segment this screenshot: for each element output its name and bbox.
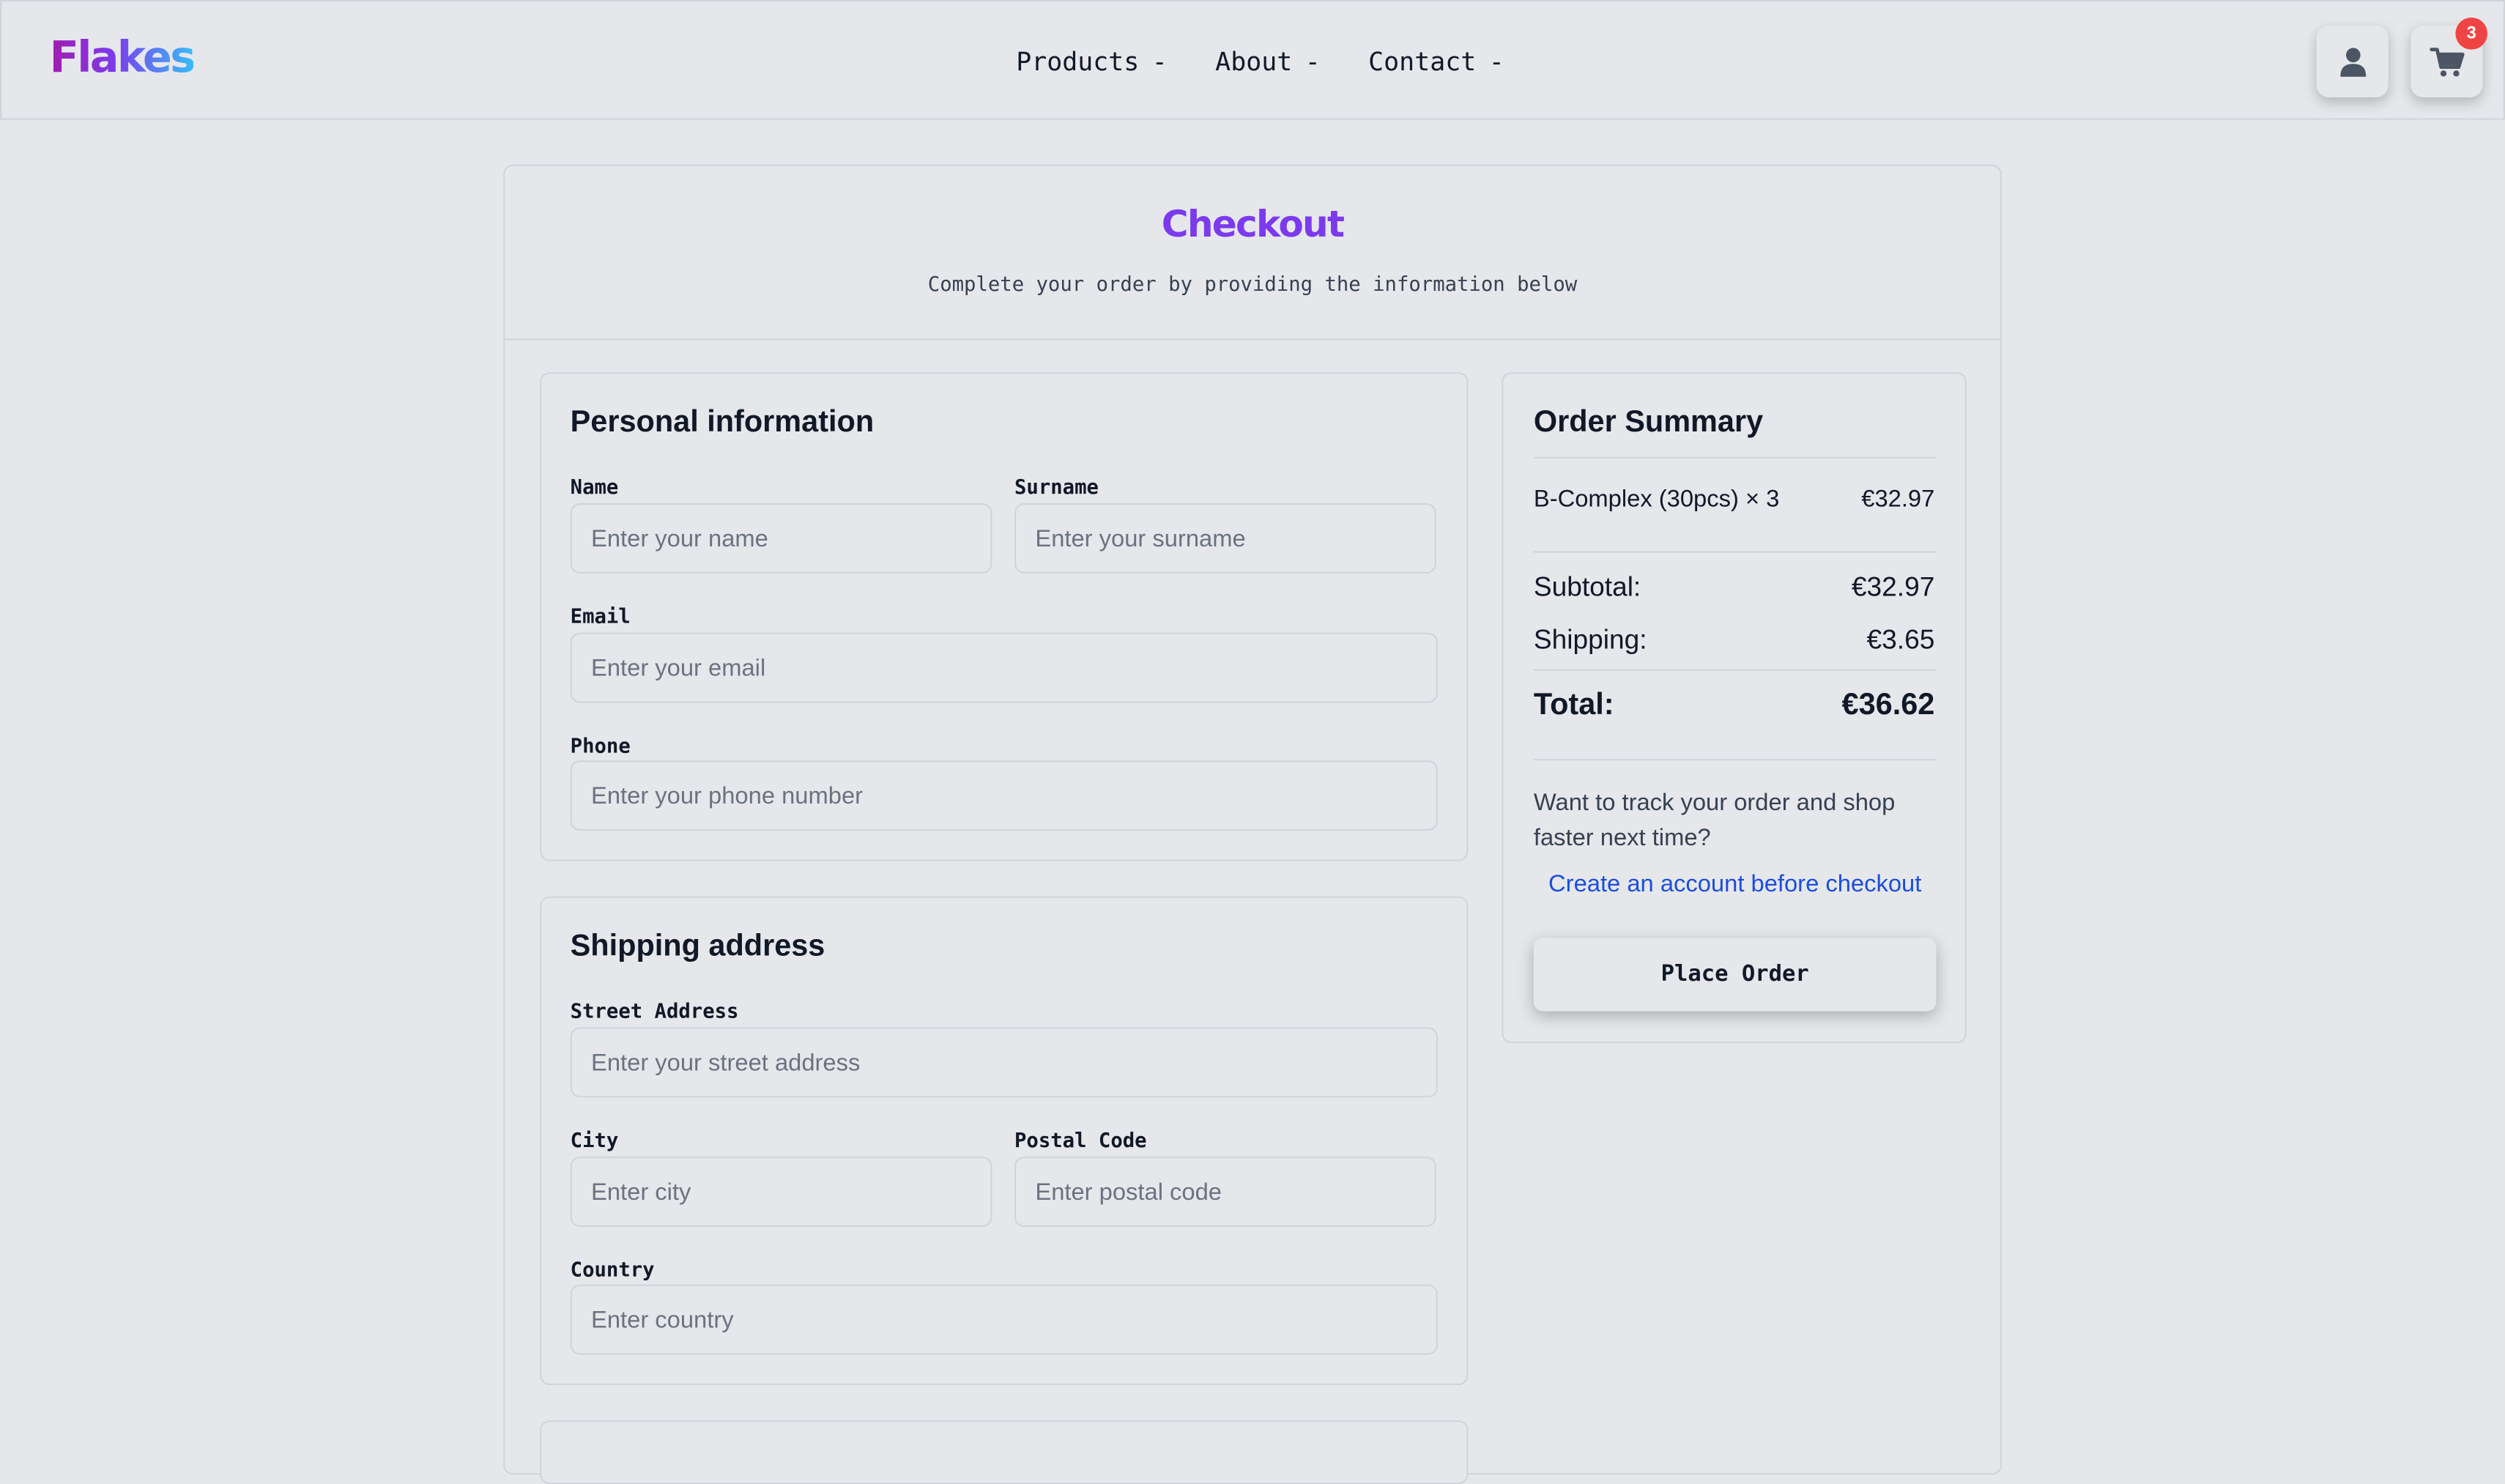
main-nav: Products - About - Contact - [1016,46,1552,76]
section-title: Personal information [570,406,875,439]
shipping-address-section: Shipping address Street Address City Pos… [540,896,1469,1386]
next-section [540,1420,1469,1484]
chevron-down-icon: - [1488,46,1504,77]
name-label: Name [570,474,619,499]
phone-label: Phone [570,733,631,757]
account-button[interactable] [2316,25,2389,98]
surname-input[interactable] [1014,503,1436,574]
nav-item-label: Products [1016,46,1140,77]
create-account-link[interactable]: Create an account before checkout [1534,871,1937,898]
nav-item-products[interactable]: Products - [1016,46,1168,76]
email-label: Email [570,604,631,628]
user-icon [2339,47,2366,76]
email-input[interactable] [570,632,1439,703]
phone-input[interactable] [570,760,1439,831]
nav-item-label: Contact [1368,46,1477,77]
chevron-down-icon: - [1305,46,1321,77]
order-item-price: €32.97 [1861,486,1935,513]
section-title: Shipping address [570,930,825,964]
total-value: €36.62 [1841,689,1935,722]
city-input[interactable] [570,1157,992,1228]
surname-label: Surname [1014,474,1099,499]
nav-item-label: About [1215,46,1293,77]
street-label: Street Address [570,998,739,1023]
total-label: Total: [1533,689,1614,722]
order-item-name: B-Complex (30pcs) × 3 [1533,486,1780,513]
shipping-value: €3.65 [1866,624,1935,656]
cart-icon [2429,47,2464,76]
place-order-button[interactable]: Place Order [1533,938,1937,1012]
city-label: City [570,1127,619,1152]
name-input[interactable] [570,503,992,574]
account-promo-text: Want to track your order and shop faster… [1533,789,1896,852]
divider [1533,759,1937,761]
cart-count-badge: 3 [2455,17,2488,50]
summary-title: Order Summary [1533,406,1764,439]
postal-code-input[interactable] [1014,1157,1436,1228]
page-title: Checkout [1161,204,1345,246]
divider [1533,456,1937,459]
postal-code-label: Postal Code [1014,1127,1147,1152]
shipping-label: Shipping: [1533,624,1647,656]
top-navbar: Flakes Products - About - Contact - [0,0,2505,120]
nav-item-contact[interactable]: Contact - [1368,46,1504,76]
nav-item-about[interactable]: About - [1215,46,1321,76]
street-input[interactable] [570,1027,1439,1098]
subtotal-value: €32.97 [1851,571,1935,603]
page-subtitle: Complete your order by providing the inf… [927,271,1578,296]
brand-logo[interactable]: Flakes [50,34,196,84]
divider [1533,551,1937,553]
subtotal-label: Subtotal: [1533,571,1641,603]
order-summary: Order Summary B-Complex (30pcs) × 3 €32.… [1502,372,1967,1044]
country-input[interactable] [570,1284,1439,1355]
chevron-down-icon: - [1151,46,1168,77]
country-label: Country [570,1257,655,1282]
divider [1533,669,1937,672]
checkout-page: Flakes Products - About - Contact - 3 Ch… [0,0,2505,1484]
checkout-header: Checkout Complete your order by providin… [505,166,2000,341]
personal-information-section: Personal information Name Surname Email … [540,372,1469,861]
